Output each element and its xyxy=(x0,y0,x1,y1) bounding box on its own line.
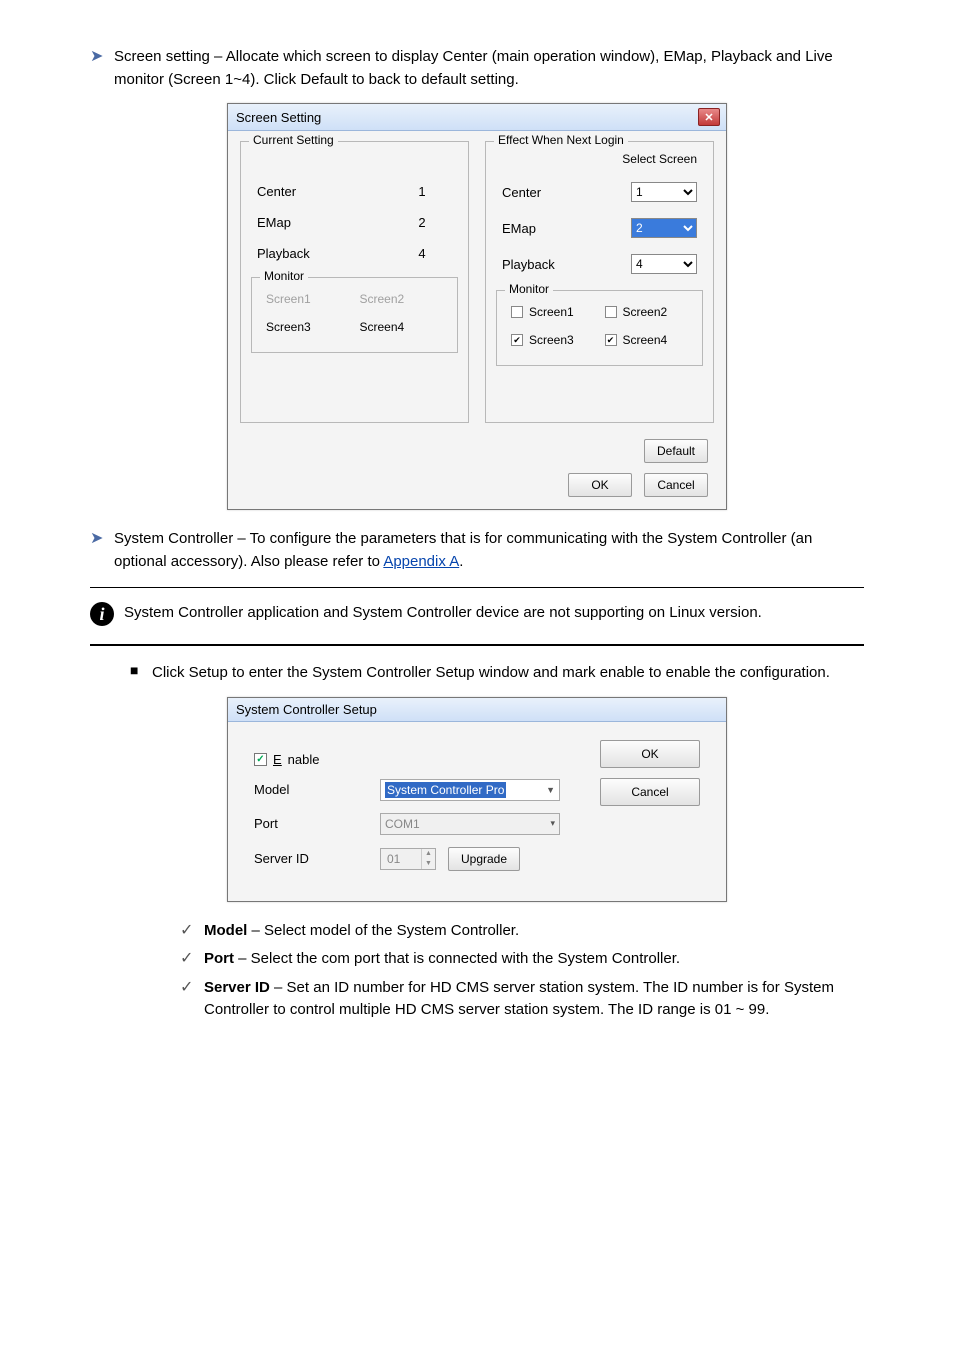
scs-titlebar: System Controller Setup xyxy=(228,698,726,722)
current-setting-legend: Current Setting xyxy=(249,133,338,147)
spinner-down-icon[interactable]: ▼ xyxy=(421,859,435,869)
screen-setting-title: Screen Setting xyxy=(236,110,321,125)
bullet-arrow-icon: ➤ xyxy=(90,46,106,66)
scs-title: System Controller Setup xyxy=(236,702,377,717)
check-icon: ✓ xyxy=(180,920,196,940)
cur-monitor-screen2: Screen2 xyxy=(360,292,444,306)
check-model: Model – Select model of the System Contr… xyxy=(204,920,519,943)
system-controller-dialog: System Controller Setup ✓ Enable Model S… xyxy=(227,697,727,902)
divider xyxy=(90,644,864,646)
intro-bullet1: Screen setting – Allocate which screen t… xyxy=(114,46,864,91)
eff-monitor-screen3[interactable]: ✔Screen3 xyxy=(511,333,595,347)
system-controller-text: System Controller – To configure the par… xyxy=(114,528,864,573)
model-select[interactable]: System Controller Pro ▼ xyxy=(380,779,560,801)
screen-setting-dialog: Screen Setting ✕ Current Setting Center1… xyxy=(227,103,727,510)
cancel-button[interactable]: Cancel xyxy=(644,473,708,497)
appendix-link[interactable]: Appendix A xyxy=(383,553,459,570)
port-select[interactable]: COM1 ▾ xyxy=(380,813,560,835)
spinner-up-icon[interactable]: ▲ xyxy=(421,849,435,859)
check-icon: ✓ xyxy=(180,977,196,997)
port-label: Port xyxy=(254,816,364,831)
chevron-down-icon: ▼ xyxy=(546,785,555,795)
current-monitor-legend: Monitor xyxy=(260,269,308,283)
controller-intro: Click Setup to enter the System Controll… xyxy=(152,662,830,685)
eff-playback-label: Playback xyxy=(502,257,631,272)
current-monitor-group: Monitor Screen1 Screen2 Screen3 Screen4 xyxy=(251,277,458,353)
checkbox-icon[interactable]: ✔ xyxy=(511,334,523,346)
check-icon: ✓ xyxy=(180,948,196,968)
checkbox-icon[interactable] xyxy=(605,306,617,318)
enable-checkbox[interactable]: ✓ Enable xyxy=(254,752,364,767)
close-icon[interactable]: ✕ xyxy=(698,108,720,126)
effect-legend: Effect When Next Login xyxy=(494,133,628,147)
divider xyxy=(90,587,864,588)
cur-playback-value: 4 xyxy=(392,246,452,261)
cur-emap-label: EMap xyxy=(257,215,392,230)
scs-cancel-button[interactable]: Cancel xyxy=(600,778,700,806)
emap-screen-select[interactable]: 2 xyxy=(631,218,697,238)
eff-monitor-screen2[interactable]: Screen2 xyxy=(605,305,689,319)
cur-emap-value: 2 xyxy=(392,215,452,230)
scs-ok-button[interactable]: OK xyxy=(600,740,700,768)
playback-screen-select[interactable]: 4 xyxy=(631,254,697,274)
check-port: Port – Select the com port that is conne… xyxy=(204,948,680,971)
note-text: System Controller application and System… xyxy=(124,602,762,625)
ok-button[interactable]: OK xyxy=(568,473,632,497)
current-setting-group: Current Setting Center1 EMap2 Playback4 … xyxy=(240,141,469,423)
eff-monitor-screen4[interactable]: ✔Screen4 xyxy=(605,333,689,347)
center-screen-select[interactable]: 1 xyxy=(631,182,697,202)
info-icon: i xyxy=(90,602,114,626)
eff-center-label: Center xyxy=(502,185,631,200)
serverid-label: Server ID xyxy=(254,851,364,866)
bullet-arrow-icon: ➤ xyxy=(90,528,106,548)
bullet-square-icon: ■ xyxy=(130,662,144,678)
eff-monitor-screen1[interactable]: Screen1 xyxy=(511,305,595,319)
upgrade-button[interactable]: Upgrade xyxy=(448,847,520,871)
cur-monitor-screen3: Screen3 xyxy=(266,320,350,334)
checkbox-icon[interactable]: ✔ xyxy=(605,334,617,346)
cur-center-label: Center xyxy=(257,184,392,199)
cur-monitor-screen1: Screen1 xyxy=(266,292,350,306)
screen-setting-titlebar: Screen Setting ✕ xyxy=(228,104,726,131)
cur-monitor-screen4: Screen4 xyxy=(360,320,444,334)
server-id-stepper[interactable]: 01 ▲▼ xyxy=(380,848,436,870)
cur-playback-label: Playback xyxy=(257,246,392,261)
effect-group: Effect When Next Login Select Screen Cen… xyxy=(485,141,714,423)
default-button[interactable]: Default xyxy=(644,439,708,463)
cur-center-value: 1 xyxy=(392,184,452,199)
checkbox-icon[interactable]: ✓ xyxy=(254,753,267,766)
effect-monitor-group: Monitor Screen1 Screen2 ✔Screen3 ✔Screen… xyxy=(496,290,703,366)
check-serverid: Server ID – Set an ID number for HD CMS … xyxy=(204,977,864,1022)
effect-monitor-legend: Monitor xyxy=(505,282,553,296)
checkbox-icon[interactable] xyxy=(511,306,523,318)
chevron-down-icon: ▾ xyxy=(550,818,555,829)
model-label: Model xyxy=(254,782,364,797)
eff-emap-label: EMap xyxy=(502,221,631,236)
select-screen-header: Select Screen xyxy=(496,148,703,174)
